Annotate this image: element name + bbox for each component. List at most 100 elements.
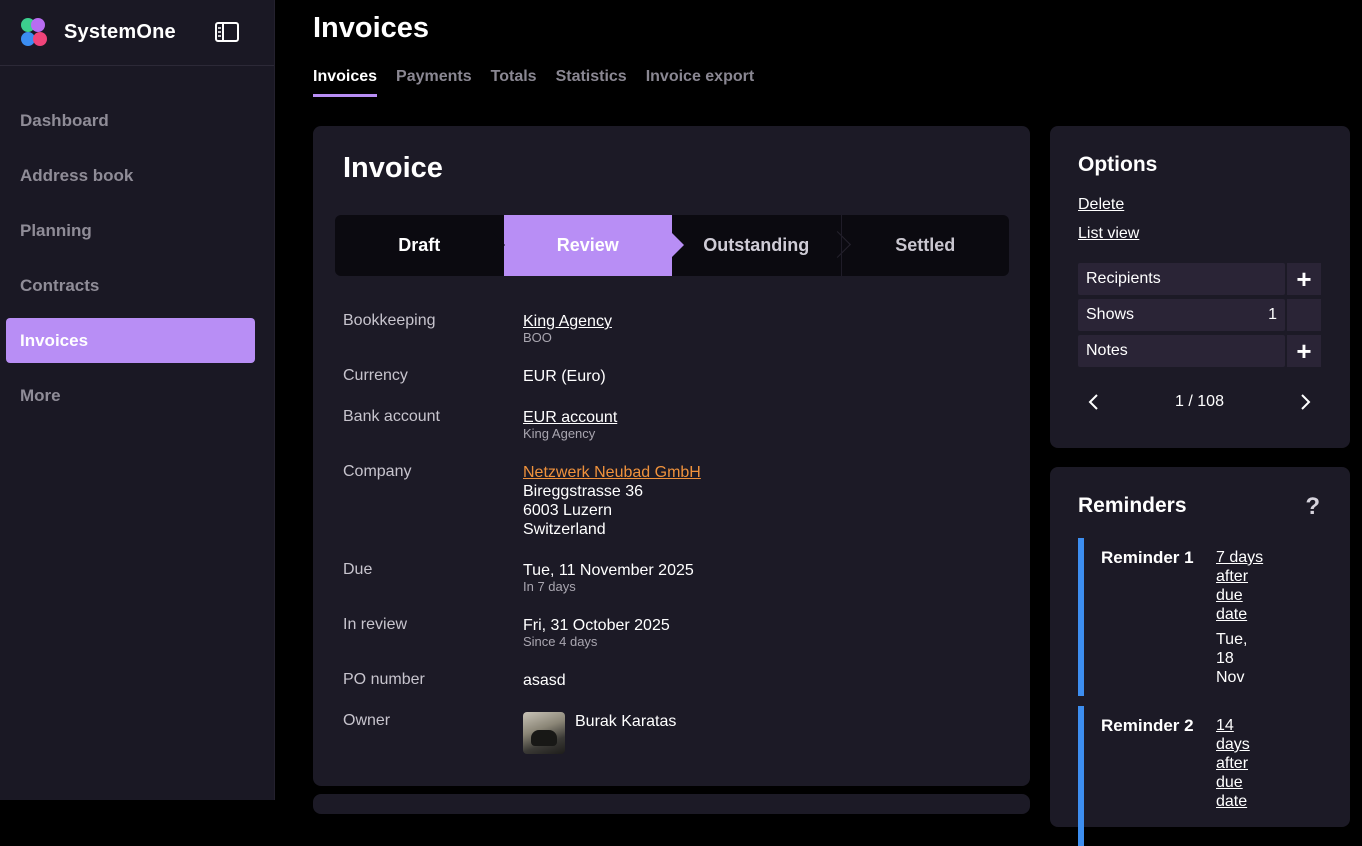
list-view-link[interactable]: List view (1078, 225, 1139, 243)
company-country: Switzerland (523, 521, 606, 538)
bookkeeping-link[interactable]: King Agency (523, 312, 612, 331)
owner-group: Burak Karatas (523, 712, 676, 754)
add-recipient-button[interactable]: + (1287, 263, 1321, 295)
field-label: Currency (343, 367, 408, 384)
option-label-box[interactable]: Notes (1078, 335, 1285, 367)
sidebar-item-more[interactable]: More (6, 373, 255, 418)
option-row-shows: Shows 1 (1078, 299, 1321, 331)
company-link[interactable]: Netzwerk Neubad GmbH (523, 463, 701, 482)
sidebar-toggle-icon[interactable] (215, 21, 239, 43)
brand-header: SystemOne (0, 0, 274, 66)
due-date: Tue, 11 November 2025 (523, 562, 694, 579)
sidebar-item-dashboard[interactable]: Dashboard (6, 98, 255, 143)
step-outstanding[interactable]: Outstanding (672, 215, 841, 276)
page-title: Invoices (313, 12, 430, 44)
reminder-item: Reminder 2 14 days after due date (1078, 706, 1318, 846)
field-owner: Owner Burak Karatas (343, 712, 676, 754)
systemone-logo[interactable] (21, 17, 51, 48)
in-review-date: Fri, 31 October 2025 (523, 617, 670, 634)
reminder-date-line: 18 (1216, 650, 1234, 667)
step-review[interactable]: Review (503, 215, 684, 276)
shows-count: 1 (1268, 306, 1277, 323)
reminder-item: Reminder 1 7 days after due date Tue, 18… (1078, 538, 1318, 696)
field-bookkeeping: Bookkeeping King Agency BOO (343, 312, 612, 345)
tab-invoice-export[interactable]: Invoice export (646, 68, 754, 97)
field-company: Company Netzwerk Neubad GmbH Bireggstras… (343, 463, 701, 539)
sidebar: SystemOne Dashboard Address book Plannin… (0, 0, 275, 800)
option-row-notes: Notes + (1078, 335, 1321, 367)
bank-account-owner: King Agency (523, 426, 596, 441)
po-number-value: asasd (523, 672, 566, 689)
logo-dot-pink (33, 31, 47, 46)
tab-invoices[interactable]: Invoices (313, 68, 378, 97)
field-value-group: Tue, 11 November 2025 In 7 days (523, 561, 694, 594)
reminder-rule-link[interactable]: due (1216, 586, 1276, 605)
tab-bar: Invoices Payments Totals Statistics Invo… (313, 68, 773, 97)
field-po-number: PO number asasd (343, 671, 566, 690)
field-value-group: Fri, 31 October 2025 Since 4 days (523, 616, 670, 649)
reminder-rule-link[interactable]: date (1216, 792, 1276, 811)
company-street: Bireggstrasse 36 (523, 483, 644, 500)
invoice-title: Invoice (343, 152, 443, 184)
bank-account-link[interactable]: EUR account (523, 408, 617, 427)
bookkeeping-code: BOO (523, 330, 552, 345)
delete-link[interactable]: Delete (1078, 196, 1124, 214)
field-label: PO number (343, 671, 425, 688)
option-row-recipients: Recipients + (1078, 263, 1321, 295)
company-city: 6003 Luzern (523, 502, 612, 519)
field-label: In review (343, 616, 408, 633)
owner-name: Burak Karatas (575, 713, 677, 730)
in-review-relative: Since 4 days (523, 634, 598, 649)
step-settled[interactable]: Settled (840, 215, 1010, 276)
field-bank-account: Bank account EUR account King Agency (343, 408, 617, 441)
field-currency: Currency EUR (Euro) (343, 367, 606, 386)
tab-statistics[interactable]: Statistics (556, 68, 627, 97)
help-icon[interactable]: ? (1305, 493, 1320, 521)
option-label-box[interactable]: Shows 1 (1078, 299, 1285, 331)
reminder-schedule: 7 days after due date Tue, 18 Nov (1216, 548, 1276, 687)
app-name: SystemOne (64, 21, 176, 43)
secondary-card (313, 794, 1030, 814)
reminder-name: Reminder 1 (1101, 548, 1194, 567)
reminder-rule-link[interactable]: 7 days (1216, 548, 1276, 567)
reminder-rule-link[interactable]: after (1216, 754, 1276, 773)
sidebar-item-address-book[interactable]: Address book (6, 153, 255, 198)
due-relative: In 7 days (523, 579, 576, 594)
tab-totals[interactable]: Totals (491, 68, 537, 97)
chevron-right-icon[interactable] (1297, 392, 1313, 412)
shows-label: Shows (1086, 306, 1135, 323)
options-card: Options Delete List view Recipients + Sh… (1050, 126, 1350, 448)
reminder-rule-link[interactable]: days (1216, 735, 1276, 754)
reminder-rule-link[interactable]: after (1216, 567, 1276, 586)
field-label: Company (343, 463, 412, 480)
sidebar-item-invoices[interactable]: Invoices (6, 318, 255, 363)
main-content: Invoices Invoices Payments Totals Statis… (275, 0, 1362, 846)
shows-action-box (1287, 299, 1321, 331)
add-note-button[interactable]: + (1287, 335, 1321, 367)
currency-value: EUR (Euro) (523, 368, 606, 385)
avatar (523, 712, 565, 754)
option-label-box[interactable]: Recipients (1078, 263, 1285, 295)
reminders-card: Reminders ? Reminder 1 7 days after due … (1050, 467, 1350, 846)
tab-payments[interactable]: Payments (396, 68, 472, 97)
field-due: Due Tue, 11 November 2025 In 7 days (343, 561, 694, 594)
reminder-date: Tue, 18 Nov (1216, 630, 1276, 687)
reminder-schedule: 14 days after due date (1216, 716, 1276, 811)
field-in-review: In review Fri, 31 October 2025 Since 4 d… (343, 616, 670, 649)
reminder-name: Reminder 2 (1101, 716, 1194, 735)
field-label: Bookkeeping (343, 312, 436, 329)
reminder-rule-link[interactable]: date (1216, 605, 1276, 624)
step-draft[interactable]: Draft (335, 215, 504, 276)
status-stepper: Draft Review Outstanding Settled (335, 215, 1009, 276)
page-indicator: 1 / 108 (1175, 393, 1224, 410)
reminder-date-line: Tue, (1216, 631, 1248, 648)
reminder-rule-link[interactable]: 14 (1216, 716, 1276, 735)
reminder-rule-link[interactable]: due (1216, 773, 1276, 792)
logo-dot-purple (31, 17, 45, 32)
notes-label: Notes (1086, 342, 1128, 359)
sidebar-item-planning[interactable]: Planning (6, 208, 255, 253)
options-title: Options (1078, 153, 1158, 176)
sidebar-item-contracts[interactable]: Contracts (6, 263, 255, 308)
pager: 1 / 108 (1078, 388, 1321, 418)
field-label: Owner (343, 712, 391, 729)
